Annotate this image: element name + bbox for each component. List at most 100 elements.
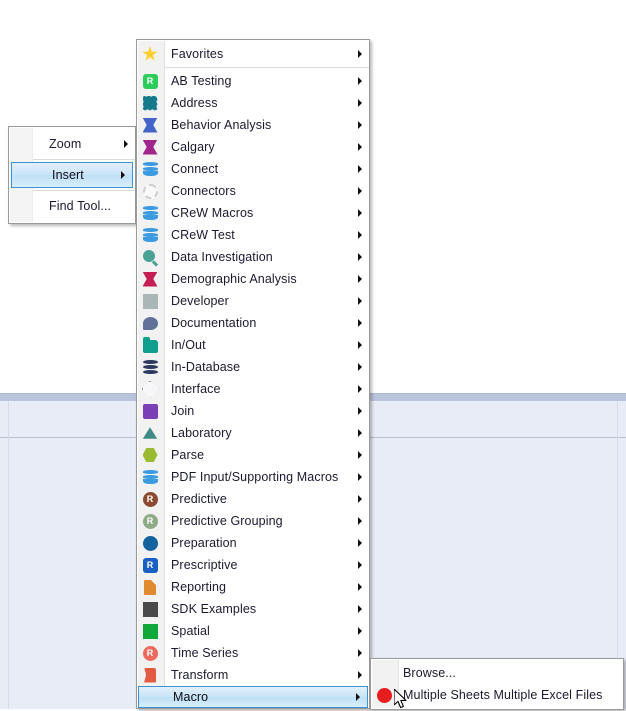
chevron-right-icon (351, 539, 369, 547)
chevron-right-icon (349, 693, 367, 701)
folder-teal-icon (137, 334, 163, 356)
dotted-ring-icon (137, 180, 163, 202)
tool-menu-item-spatial[interactable]: Spatial (137, 620, 369, 642)
square-purple-icon (137, 400, 163, 422)
tool-menu-item-reporting[interactable]: Reporting (137, 576, 369, 598)
macro-submenu-item-label: Browse... (403, 666, 456, 680)
tool-menu-item-pdf-input-supporting-macros[interactable]: PDF Input/Supporting Macros (137, 466, 369, 488)
tool-menu-item-label: Parse (171, 448, 205, 462)
tool-menu-item-connectors[interactable]: Connectors (137, 180, 369, 202)
context-menu-separator (33, 190, 135, 191)
tool-menu-item-predictive[interactable]: R Predictive (137, 488, 369, 510)
tool-menu-item-label: CReW Macros (171, 206, 254, 220)
tool-menu-item-crew-macros[interactable]: CReW Macros (137, 202, 369, 224)
tool-menu-item-address[interactable]: Address (137, 92, 369, 114)
chevron-right-icon (351, 473, 369, 481)
burst-green-icon (137, 620, 163, 642)
tool-menu-item-label: PDF Input/Supporting Macros (171, 470, 339, 484)
chevron-right-icon (351, 407, 369, 415)
chevron-right-icon (351, 99, 369, 107)
chevron-right-icon (351, 341, 369, 349)
circle-blue-icon (137, 532, 163, 554)
bowtie-magenta-icon (137, 136, 163, 158)
tool-menu-item-label: AB Testing (171, 74, 232, 88)
chevron-right-icon (351, 77, 369, 85)
database-stack-icon (137, 356, 163, 378)
triangle-teal-icon (137, 422, 163, 444)
tool-menu-item-label: Reporting (171, 580, 227, 594)
chevron-right-icon (351, 187, 369, 195)
tool-menu-item-in-database[interactable]: In-Database (137, 356, 369, 378)
tool-menu-item-favorites[interactable]: Favorites (137, 43, 369, 65)
r-badge-blue-icon: R (137, 554, 163, 576)
none (371, 662, 397, 684)
insert-tool-category-menu[interactable]: Favorites R AB Testing Address Behavior Anal… (136, 39, 370, 709)
tool-menu-item-ab-testing[interactable]: R AB Testing (137, 70, 369, 92)
chevron-right-icon (351, 495, 369, 503)
chevron-right-icon (351, 517, 369, 525)
context-menu-item-insert[interactable]: Insert (11, 162, 133, 188)
star-icon (137, 43, 163, 65)
tool-menu-item-calgary[interactable]: Calgary (137, 136, 369, 158)
canvas-context-menu[interactable]: Zoom Insert Find Tool... (8, 126, 136, 224)
tool-menu-item-label: Connectors (171, 184, 236, 198)
tool-menu-item-preparation[interactable]: Preparation (137, 532, 369, 554)
tool-menu-item-crew-test[interactable]: CReW Test (137, 224, 369, 246)
tool-menu-item-transform[interactable]: Transform (137, 664, 369, 686)
chevron-right-icon (351, 165, 369, 173)
chevron-right-icon (351, 275, 369, 283)
tool-menu-item-macro[interactable]: Macro (138, 686, 368, 708)
context-menu-item-find-tool[interactable]: Find Tool... (9, 193, 135, 219)
tool-menu-item-label: Transform (171, 668, 229, 682)
chevron-right-icon (351, 209, 369, 217)
context-menu-item-label: Insert (52, 168, 84, 182)
hexagon-olive-icon (137, 444, 163, 466)
tool-menu-item-connect[interactable]: Connect (137, 158, 369, 180)
chevron-right-icon (351, 627, 369, 635)
tool-menu-separator (165, 67, 369, 68)
page-orange-icon (137, 576, 163, 598)
chevron-right-icon (351, 297, 369, 305)
tool-menu-item-developer[interactable]: Developer (137, 290, 369, 312)
tool-menu-item-data-investigation[interactable]: Data Investigation (137, 246, 369, 268)
chevron-right-icon (351, 231, 369, 239)
tool-menu-item-label: Data Investigation (171, 250, 273, 264)
speech-bubble-icon (137, 312, 163, 334)
chevron-right-icon (351, 319, 369, 327)
gear-burst-gray-icon (137, 290, 163, 312)
tool-menu-item-label: Developer (171, 294, 229, 308)
chevron-right-icon (351, 50, 369, 58)
tool-menu-item-join[interactable]: Join (137, 400, 369, 422)
tool-menu-item-behavior-analysis[interactable]: Behavior Analysis (137, 114, 369, 136)
tool-menu-item-label: Documentation (171, 316, 257, 330)
tool-menu-item-documentation[interactable]: Documentation (137, 312, 369, 334)
tool-menu-item-sdk-examples[interactable]: SDK Examples (137, 598, 369, 620)
chevron-right-icon (351, 385, 369, 393)
tool-menu-item-in-out[interactable]: In/Out (137, 334, 369, 356)
context-menu-item-label: Find Tool... (49, 199, 112, 213)
transform-red-icon (137, 664, 163, 686)
tool-menu-item-label: In-Database (171, 360, 241, 374)
tool-menu-item-interface[interactable]: Interface (137, 378, 369, 400)
tool-menu-item-demographic-analysis[interactable]: Demographic Analysis (137, 268, 369, 290)
tool-menu-item-label: Spatial (171, 624, 210, 638)
tool-menu-item-parse[interactable]: Parse (137, 444, 369, 466)
tool-menu-item-time-series[interactable]: R Time Series (137, 642, 369, 664)
r-badge-salmon-icon: R (137, 642, 163, 664)
context-menu-item-zoom[interactable]: Zoom (9, 131, 135, 157)
r-badge-sage-icon: R (137, 510, 163, 532)
macro-submenu-item-multiple-sheets-multiple-excel-files[interactable]: Multiple Sheets Multiple Excel Files (371, 684, 623, 706)
tool-menu-item-label: Time Series (171, 646, 239, 660)
magnifier-teal-icon (137, 246, 163, 268)
tool-menu-item-label: In/Out (171, 338, 206, 352)
macro-submenu[interactable]: Browse... Multiple Sheets Multiple Excel … (370, 658, 624, 710)
macro-submenu-item-browse[interactable]: Browse... (371, 662, 623, 684)
context-menu-item-label: Zoom (49, 137, 82, 151)
tool-menu-item-label: Connect (171, 162, 219, 176)
tool-menu-item-prescriptive[interactable]: R Prescriptive (137, 554, 369, 576)
tool-menu-item-laboratory[interactable]: Laboratory (137, 422, 369, 444)
tool-menu-item-predictive-grouping[interactable]: R Predictive Grouping (137, 510, 369, 532)
context-menu-separator (33, 159, 135, 160)
chevron-right-icon (351, 671, 369, 679)
chevron-right-icon (351, 451, 369, 459)
